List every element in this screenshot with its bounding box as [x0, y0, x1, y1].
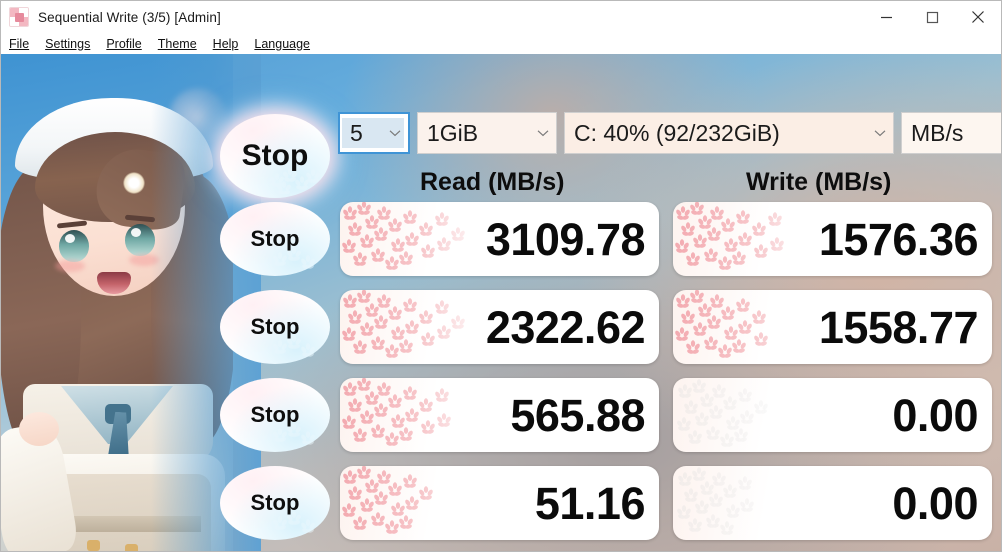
- read-value-2: 2322.62: [485, 301, 646, 353]
- stop-button-row-2[interactable]: Stop: [220, 290, 330, 364]
- write-value-4: 0.00: [892, 477, 978, 529]
- close-button[interactable]: [955, 1, 1001, 33]
- read-value-4: 51.16: [534, 477, 646, 529]
- stop-label-row-4: Stop: [250, 490, 300, 515]
- menu-item-file[interactable]: File: [9, 37, 29, 51]
- theme-artwork: [1, 54, 233, 551]
- window-title: Sequential Write (3/5) [Admin]: [38, 9, 221, 25]
- sakura-decor-icon: [676, 379, 769, 448]
- stop-label-row-1: Stop: [250, 226, 300, 251]
- sakura-decor-icon: [341, 378, 452, 447]
- sakura-decor-icon: [341, 466, 434, 535]
- test-size-select[interactable]: 1GiB: [417, 112, 557, 154]
- unit-value: MB/s: [911, 119, 964, 146]
- write-value-1: 1576.36: [818, 213, 979, 265]
- settings-toolbar: 5 1GiB C: 40% (92/232GiB) MB/s: [338, 112, 1001, 154]
- unit-select[interactable]: MB/s: [901, 112, 1001, 154]
- result-row-2: 2322.62 1558.77: [340, 290, 992, 364]
- title-bar: Sequential Write (3/5) [Admin]: [1, 1, 1001, 33]
- app-icon: [9, 7, 29, 27]
- menu-label-theme: Theme: [157, 36, 197, 51]
- write-result-2[interactable]: 1558.77: [673, 290, 992, 364]
- maximize-button[interactable]: [909, 1, 955, 33]
- write-result-4[interactable]: 0.00: [673, 466, 992, 540]
- stop-button-row-4[interactable]: Stop: [220, 466, 330, 540]
- menu-item-theme[interactable]: Theme: [158, 37, 197, 51]
- stop-button-row-3[interactable]: Stop: [220, 378, 330, 452]
- write-value-3: 0.00: [892, 389, 978, 441]
- menu-label-file: File: [9, 36, 30, 51]
- drive-value: C: 40% (92/232GiB): [574, 119, 780, 146]
- menu-label-settings: Settings: [45, 36, 91, 51]
- stop-button-row-1[interactable]: Stop: [220, 202, 330, 276]
- window-controls: [863, 1, 1001, 33]
- chevron-down-icon: [389, 130, 401, 137]
- test-count-select[interactable]: 5: [338, 112, 410, 154]
- results-grid: 3109.78 1576.36 2322.62 1558.77 565.88 0…: [340, 202, 992, 551]
- main-body: Stop Stop Stop Stop Stop 5 1GiB C: 40% (…: [1, 54, 1001, 551]
- read-value-1: 3109.78: [485, 213, 646, 265]
- sakura-decor-icon: [674, 202, 785, 271]
- result-row-1: 3109.78 1576.36: [340, 202, 992, 276]
- sakura-decor-icon: [674, 290, 769, 359]
- read-column-header: Read (MB/s): [420, 168, 565, 196]
- stop-label-row-2: Stop: [250, 314, 300, 339]
- result-row-3: 565.88 0.00: [340, 378, 992, 452]
- minimize-button[interactable]: [863, 1, 909, 33]
- write-value-2: 1558.77: [818, 301, 979, 353]
- maximize-icon: [926, 11, 938, 23]
- sakura-decor-icon: [341, 290, 466, 359]
- stop-all-button[interactable]: Stop: [220, 114, 330, 198]
- write-column-header: Write (MB/s): [746, 168, 892, 196]
- read-result-2[interactable]: 2322.62: [340, 290, 659, 364]
- chevron-down-icon: [874, 130, 886, 137]
- stop-label-row-3: Stop: [250, 402, 300, 427]
- read-result-3[interactable]: 565.88: [340, 378, 659, 452]
- read-result-1[interactable]: 3109.78: [340, 202, 659, 276]
- read-value-3: 565.88: [510, 389, 645, 441]
- write-result-3[interactable]: 0.00: [673, 378, 992, 452]
- menu-bar: File Settings Profile Theme Help Languag…: [1, 33, 1001, 54]
- menu-label-help: Help: [212, 36, 239, 51]
- sakura-decor-icon: [341, 202, 466, 271]
- read-result-4[interactable]: 51.16: [340, 466, 659, 540]
- test-buttons-column: Stop Stop Stop Stop Stop: [220, 114, 332, 551]
- chevron-down-icon: [537, 130, 549, 137]
- close-icon: [972, 11, 984, 23]
- menu-label-profile: Profile: [106, 36, 142, 51]
- result-row-4: 51.16 0.00: [340, 466, 992, 540]
- stop-all-label: Stop: [241, 139, 309, 172]
- minimize-icon: [880, 16, 892, 18]
- menu-item-help[interactable]: Help: [213, 37, 239, 51]
- write-result-1[interactable]: 1576.36: [673, 202, 992, 276]
- test-size-value: 1GiB: [427, 119, 479, 146]
- menu-label-language: Language: [254, 36, 311, 51]
- drive-select[interactable]: C: 40% (92/232GiB): [564, 112, 894, 154]
- sakura-decor-icon: [676, 467, 755, 536]
- crystaldiskmark-window: Sequential Write (3/5) [Admin] File Sett…: [0, 0, 1002, 552]
- menu-item-language[interactable]: Language: [254, 37, 310, 51]
- menu-item-profile[interactable]: Profile: [106, 37, 141, 51]
- menu-item-settings[interactable]: Settings: [45, 37, 90, 51]
